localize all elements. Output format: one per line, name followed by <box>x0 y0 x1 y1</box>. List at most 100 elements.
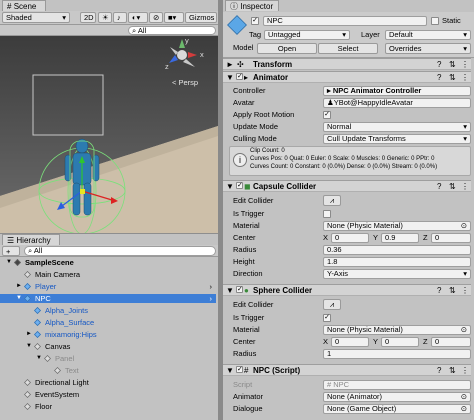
menu-icon[interactable]: ⋮ <box>461 286 469 295</box>
help-icon[interactable]: ? <box>437 182 441 191</box>
hierarchy-row[interactable]: Text <box>0 366 216 375</box>
capsule-center-z[interactable]: 0 <box>431 233 471 243</box>
audio-icon[interactable]: ♪ <box>113 12 127 23</box>
sphere-center-z[interactable]: 0 <box>431 337 471 347</box>
info-icon: ⓘ <box>230 2 238 11</box>
toggle-2d-button[interactable]: 2D <box>80 12 96 23</box>
hierarchy-row[interactable]: Main Camera <box>0 270 216 279</box>
expand-arrow-icon[interactable]: ► <box>26 330 32 339</box>
persp-label[interactable]: < Persp <box>172 78 198 88</box>
animator-header[interactable]: ▼ ✓ ▸ Animator ? ⇅ ⋮ <box>223 71 471 83</box>
help-icon[interactable]: ? <box>437 366 441 375</box>
static-checkbox[interactable] <box>431 17 439 25</box>
root-motion-checkbox[interactable]: ✓ <box>323 111 331 119</box>
capsule-height-field[interactable]: 1.8 <box>323 257 471 267</box>
preset-icon[interactable]: ⇅ <box>449 366 456 375</box>
sphere-radius-field[interactable]: 1 <box>323 349 471 359</box>
tag-dropdown[interactable]: Untagged ▾ <box>264 30 350 40</box>
culling-mode-dropdown[interactable]: Cull Update Transforms ▾ <box>323 134 471 144</box>
object-picker-icon[interactable]: ⊙ <box>461 326 467 334</box>
sphere-trigger-checkbox[interactable]: ✓ <box>323 314 331 322</box>
avatar-field[interactable]: ♟YBot@HappyIdleAvatar <box>323 98 471 108</box>
capsule-enabled-checkbox[interactable]: ✓ <box>236 182 243 189</box>
capsule-trigger-checkbox[interactable] <box>323 210 331 218</box>
menu-icon[interactable]: ⋮ <box>461 73 469 82</box>
tab-inspector[interactable]: ⓘ Inspector <box>225 0 279 11</box>
sphere-center-y[interactable]: 0 <box>381 337 419 347</box>
scene-viewport[interactable]: y x z < Persp <box>0 36 218 233</box>
object-name-field[interactable]: NPC <box>263 16 427 26</box>
update-mode-dropdown[interactable]: Normal ▾ <box>323 122 471 132</box>
expand-arrow-icon[interactable]: ▼ <box>36 354 42 363</box>
hierarchy-row[interactable]: ▼ Panel <box>0 354 216 363</box>
capsule-edit-button[interactable]: ⩘ <box>323 195 341 206</box>
sphere-center-x[interactable]: 0 <box>331 337 369 347</box>
menu-icon[interactable]: ⋮ <box>461 182 469 191</box>
sphere-material-field[interactable]: None (Physic Material) ⊙ <box>323 325 471 335</box>
help-icon[interactable]: ? <box>437 60 441 69</box>
preset-icon[interactable]: ⇅ <box>449 60 456 69</box>
create-button[interactable]: + <box>2 246 20 256</box>
capsule-radius-field[interactable]: 0.36 <box>323 245 471 255</box>
expand-arrow-icon[interactable]: ▼ <box>16 294 22 303</box>
scene-search-input[interactable]: ⌕ All <box>128 26 216 35</box>
capsule-material-field[interactable]: None (Physic Material) ⊙ <box>323 221 471 231</box>
hierarchy-row[interactable]: Alpha_Joints <box>0 306 216 315</box>
sphere-collider-header[interactable]: ▼ ✓ ● Sphere Collider ? ⇅ ⋮ <box>223 284 471 296</box>
hidden-objects-icon[interactable]: ⊘ <box>149 12 163 23</box>
hierarchy-row[interactable]: ▼ Canvas <box>0 342 216 351</box>
hierarchy-row[interactable]: ► mixamorig:Hips <box>0 330 216 339</box>
controller-field[interactable]: ▸ NPC Animator Controller <box>323 86 471 96</box>
hierarchy-row[interactable]: Floor <box>0 402 216 411</box>
overrides-dropdown[interactable]: Overrides ▾ <box>385 43 471 54</box>
active-checkbox[interactable]: ✓ <box>251 17 259 25</box>
animator-field[interactable]: None (Animator) ⊙ <box>323 392 471 402</box>
gizmos-dropdown[interactable]: Gizmos <box>185 12 217 23</box>
preset-icon[interactable]: ⇅ <box>449 73 456 82</box>
menu-icon[interactable]: ⋮ <box>461 60 469 69</box>
animator-enabled-checkbox[interactable]: ✓ <box>236 73 243 80</box>
script-value: NPC <box>333 380 350 389</box>
object-picker-icon[interactable]: ⊙ <box>461 405 467 413</box>
tab-scene[interactable]: # Scene <box>2 0 46 11</box>
hierarchy-row[interactable]: ▼ NPC › <box>0 294 216 303</box>
menu-icon[interactable]: ⋮ <box>461 366 469 375</box>
expand-arrow-icon[interactable]: ▼ <box>26 342 32 351</box>
hierarchy-search-input[interactable]: ⌕ All <box>24 246 216 256</box>
capsule-center-x[interactable]: 0 <box>331 233 369 243</box>
open-prefab-icon[interactable]: › <box>210 282 213 291</box>
capsule-collider-header[interactable]: ▼ ✓ ◼ Capsule Collider ? ⇅ ⋮ <box>223 180 471 192</box>
expand-arrow-icon[interactable]: ► <box>16 282 22 291</box>
hierarchy-row[interactable]: ► Player › <box>0 282 216 291</box>
script-header[interactable]: ▼ ✓ # NPC (Script) ? ⇅ ⋮ <box>223 364 471 376</box>
object-picker-icon[interactable]: ⊙ <box>461 222 467 230</box>
camera-icon[interactable]: ■▾ <box>164 12 184 23</box>
lighting-icon[interactable]: ☀ <box>98 12 112 23</box>
hierarchy-row[interactable]: Alpha_Surface <box>0 318 216 327</box>
capsule-center-y[interactable]: 0.9 <box>381 233 419 243</box>
effects-icon[interactable]: ◐▾ <box>128 12 148 23</box>
script-enabled-checkbox[interactable]: ✓ <box>236 366 243 373</box>
hierarchy-row[interactable]: ▼ SampleScene <box>0 258 216 267</box>
help-icon[interactable]: ? <box>437 286 441 295</box>
help-icon[interactable]: ? <box>437 73 441 82</box>
open-prefab-icon[interactable]: › <box>210 294 213 303</box>
transform-title: Transform <box>253 60 293 69</box>
shading-dropdown[interactable]: Shaded ▾ <box>2 12 70 23</box>
sphere-enabled-checkbox[interactable]: ✓ <box>236 286 243 293</box>
layer-dropdown[interactable]: Default ▾ <box>385 30 471 40</box>
sphere-edit-button[interactable]: ⩘ <box>323 299 341 310</box>
tab-hierarchy[interactable]: ☰ Hierarchy <box>2 234 60 245</box>
preset-icon[interactable]: ⇅ <box>449 286 456 295</box>
dialogue-label: Dialogue <box>233 404 263 413</box>
expand-arrow-icon[interactable]: ▼ <box>6 258 12 267</box>
select-button[interactable]: Select <box>318 43 378 54</box>
object-picker-icon[interactable]: ⊙ <box>461 393 467 401</box>
dialogue-field[interactable]: None (Game Object) ⊙ <box>323 404 471 414</box>
capsule-direction-dropdown[interactable]: Y-Axis ▾ <box>323 269 471 279</box>
transform-header[interactable]: ► ✣ Transform ? ⇅ ⋮ <box>223 58 471 70</box>
preset-icon[interactable]: ⇅ <box>449 182 456 191</box>
hierarchy-row[interactable]: Directional Light <box>0 378 216 387</box>
hierarchy-row[interactable]: EventSystem <box>0 390 216 399</box>
open-button[interactable]: Open <box>257 43 317 54</box>
